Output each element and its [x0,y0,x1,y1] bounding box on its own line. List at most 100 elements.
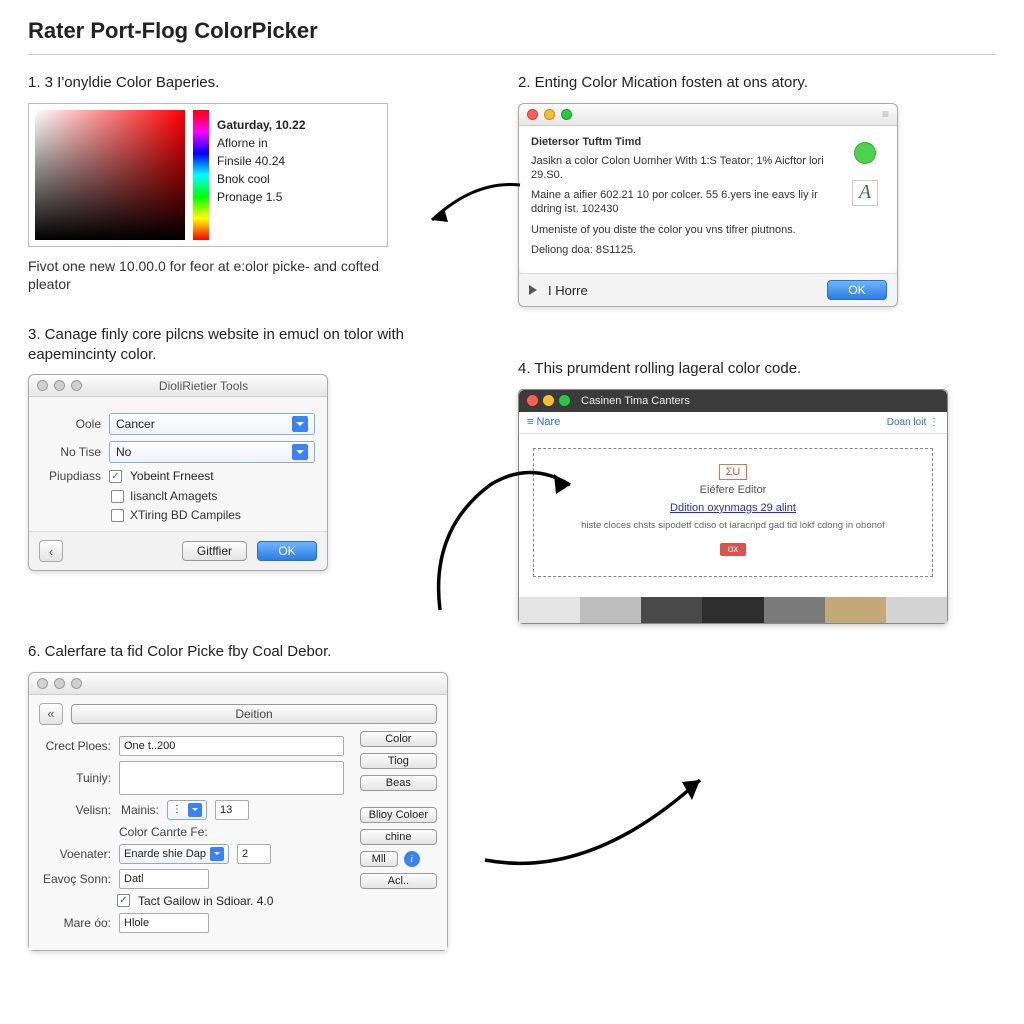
select-oole-value: Cancer [116,417,155,431]
zoom-icon[interactable] [71,678,82,689]
bloy-button[interactable]: Blioy Coloer [360,807,437,823]
zoom-icon[interactable] [561,109,572,120]
input-crect[interactable]: One t..200 [119,736,344,756]
label-eavoc: Eavoç Sonn: [39,872,111,886]
step2-body: Dietersor Tuftm Timd Jasikn a color Colo… [519,126,897,274]
back-button[interactable]: ‹ [39,540,63,562]
acl-button[interactable]: Acl.. [360,873,437,889]
swatch[interactable] [519,597,580,623]
input-voenater-num[interactable]: 2 [237,844,271,864]
minimize-icon[interactable] [54,380,65,391]
text-color-icon[interactable]: A [852,180,878,206]
label-notise: No Tise [41,445,101,459]
drop-zone[interactable]: ΣU Eiéfere Editor Ddition oxynmags 29 al… [533,448,933,577]
step2-title: 2. Enting Color Mication fosten at ons a… [518,73,988,93]
label-colorcarte: Color Canrte Fe: [119,825,208,839]
ok-button[interactable]: OK [827,280,887,300]
checkbox-yobeint-label: Yobeint Frneest [130,469,214,483]
info-icon[interactable]: i [404,851,420,867]
step4-window: Casinen Tima Canters ≡ Nare Doan loit ⋮ … [518,389,948,624]
select-voenater[interactable]: Enarde shie Dap [119,844,229,864]
minimize-icon[interactable] [543,395,554,406]
step2-p2: Maine a aifier 602.21 10 por colcer. 55 … [531,188,835,217]
readout-line2: Aflorne in [217,134,306,152]
step-2: 2. Enting Color Mication fosten at ons a… [518,73,988,307]
select-voenater-value: Enarde shie Dap [124,848,206,860]
drop-desc: histe cloces chsts sipodetf cdiso ot iar… [544,520,922,532]
titlebar-lines-icon: ≡ [882,107,889,121]
select-notise[interactable]: No [109,441,315,463]
minimize-icon[interactable] [54,678,65,689]
label-oole: Oole [41,417,101,431]
input-mare[interactable]: Hlole [119,913,209,933]
input-mains-num[interactable]: 13 [215,800,249,820]
swatch[interactable] [825,597,886,623]
menu-button[interactable]: ≡ Nare [527,416,560,428]
select-mains-value: ⋮ [172,804,182,815]
step-1: 1. 3 I'onyldie Color Baperies. Gaturday,… [28,73,478,307]
close-icon[interactable] [37,678,48,689]
back-button[interactable]: « [39,703,63,725]
step2-footer: I Horre OK [519,273,897,306]
divider [28,54,996,55]
swatch[interactable] [702,597,763,623]
chevron-down-icon [210,847,224,861]
mal-button[interactable]: Mll [360,851,398,867]
top-link[interactable]: Doan loit ⋮ [887,417,939,428]
beas-button[interactable]: Beas [360,775,437,791]
chevron-down-icon [292,444,308,460]
hue-slider[interactable] [193,110,209,240]
step2-p1: Jasikn a color Colon Uomher With 1:S Tea… [531,154,835,183]
minimize-icon[interactable] [544,109,555,120]
step4-titlebar: Casinen Tima Canters [519,390,947,412]
checkbox-tact-label: Tact Gailow in Sdioar. 4.0 [138,894,273,908]
swatch[interactable] [886,597,947,623]
label-crect: Crect Ploes: [39,739,111,753]
editor-label: Eiéfere Editor [544,484,922,496]
tab-deition[interactable]: Deition [71,704,437,724]
readout-line5: Pronage 1.5 [217,188,306,206]
color-readout: Gaturday, 10.22 Aflorne in Finsile 40.24… [217,110,306,240]
close-icon[interactable] [527,109,538,120]
tog-button[interactable]: Tiog [360,753,437,769]
zoom-icon[interactable] [559,395,570,406]
label-voenater: Voenater: [39,847,111,861]
saturation-field[interactable] [35,110,185,240]
input-eavoc[interactable]: Datl [119,869,209,889]
step-4: 4. This prumdent rolling lageral color c… [518,325,988,624]
ox-button[interactable]: ox [720,543,747,556]
select-oole[interactable]: Cancer [109,413,315,435]
checkbox-yobeint[interactable] [109,470,122,483]
step4-title: 4. This prumdent rolling lageral color c… [518,359,988,379]
checkbox-iisanct[interactable] [111,490,124,503]
chevron-down-icon [188,803,202,817]
eu-badge: ΣU [719,464,748,480]
color-button[interactable]: Color [360,731,437,747]
chine-button[interactable]: chine [360,829,437,845]
input-tuing[interactable] [119,761,344,795]
checkbox-xtiring[interactable] [111,509,124,522]
close-icon[interactable] [527,395,538,406]
swatch[interactable] [580,597,641,623]
step1-caption: Fivot one new 10.00.0 for feor at e:olor… [28,257,408,293]
center-link[interactable]: Ddition oxynmags 29 alint [544,502,922,514]
gitfier-button[interactable]: Gitffier [182,541,247,561]
label-mains: Mainis: [119,803,159,817]
swatch-row [519,597,947,623]
checkbox-xtiring-label: XTiring BD Campiles [130,508,241,522]
page-title: Rater Port-Flog ColorPicker [28,18,996,44]
step4-toolbar: ≡ Nare Doan loit ⋮ [519,412,947,434]
select-mains[interactable]: ⋮ [167,800,207,820]
swatch[interactable] [764,597,825,623]
label-piupdass: Piupdiass [41,469,101,483]
checkbox-tact[interactable] [117,894,130,907]
step3-window-title: DioliRietier Tools [88,379,319,393]
play-icon[interactable] [529,285,542,295]
step2-window: ≡ Dietersor Tuftm Timd Jasikn a color Co… [518,103,898,308]
ok-button[interactable]: OK [257,541,317,561]
color-picker-panel: Gaturday, 10.22 Aflorne in Finsile 40.24… [28,103,388,247]
zoom-icon[interactable] [71,380,82,391]
close-icon[interactable] [37,380,48,391]
swatch[interactable] [641,597,702,623]
step1-title: 1. 3 I'onyldie Color Baperies. [28,73,478,93]
